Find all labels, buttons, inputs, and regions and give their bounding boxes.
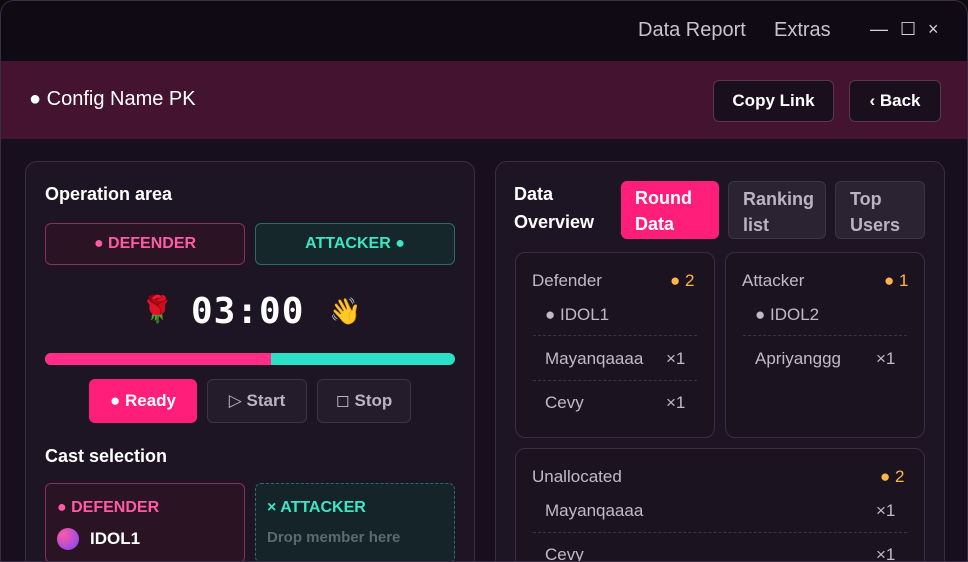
tab-round-data-line1: Round [635,188,692,208]
start-button[interactable]: ▷ Start [207,379,307,423]
data-overview-title-line2: Overview [514,212,595,232]
unallocated-member-qty: ×1 [876,545,896,562]
unallocated-member-qty: ×1 [876,501,896,520]
operation-area-title: Operation area [45,184,173,204]
attacker-role-button[interactable]: ATTACKER ● [255,223,455,265]
avatar [57,528,79,550]
tab-round-data-line2: Data [635,214,675,234]
wave-hand-icon: 👋 [329,296,362,326]
drop-member-placeholder: Drop member here [267,529,401,546]
defender-member-name: Cevy [545,393,584,412]
rose-icon: 🌹 [141,294,174,324]
close-icon[interactable]: × [928,19,939,40]
unallocated-member-name[interactable]: Cevy [545,545,584,561]
defender-member-name: Mayanqaaaa [545,349,644,368]
attacker-member-name: Apriyanggg [755,349,842,368]
attacker-member-qty: ×1 [876,349,896,368]
tab-ranking-list[interactable]: Ranking list [728,181,826,239]
defender-cast-slot[interactable] [45,483,245,561]
unallocated-member-name[interactable]: Mayanqaaaa [545,501,643,521]
defender-idol: ● IDOL1 [545,305,610,324]
config-name-title: ● Config Name PK [29,88,196,110]
defender-card-label: Defender [532,271,602,290]
attacker-idol: ● IDOL2 [755,305,820,324]
data-overview-title-line1: Data [514,184,554,204]
tab-top-users-line2: Users [850,215,901,235]
cast-selection-title: Cast selection [45,446,168,466]
countdown-timer: 03:00 [191,291,305,332]
divider [533,335,697,336]
defender-cast-label: ● DEFENDER [57,499,160,516]
defender-progress-fill [45,353,271,365]
unallocated-card-label: Unallocated [532,467,622,486]
defender-member-qty: ×1 [666,393,686,412]
tab-round-data[interactable]: Round Data [621,181,719,239]
attacker-cast-label: × ATTACKER [267,499,366,516]
menu-extras[interactable]: Extras [774,19,831,42]
back-button[interactable]: ‹ Back [849,80,941,122]
tab-top-users[interactable]: Top Users [835,181,925,239]
minimize-icon[interactable]: — [870,19,888,40]
tab-ranking-list-line2: list [743,215,770,235]
tab-ranking-list-line1: Ranking [743,189,815,209]
attacker-card-label: Attacker [742,271,805,290]
attacker-drop-zone[interactable] [255,483,455,561]
defender-count-badge: ● 2 [670,271,695,290]
unallocated-count-badge: ● 2 [880,467,905,486]
attacker-count-badge: ● 1 [884,271,909,290]
maximize-icon[interactable]: ☐ [900,19,916,40]
ready-button[interactable]: ● Ready [89,379,197,423]
defender-role-button[interactable]: ● DEFENDER [45,223,245,265]
divider [743,335,907,336]
copy-link-button[interactable]: Copy Link [713,80,834,122]
divider [533,532,907,533]
divider [533,380,697,381]
menu-data-report[interactable]: Data Report [638,19,746,42]
tab-top-users-line1: Top [850,189,882,209]
defender-member-qty: ×1 [666,349,686,368]
round-progress-bar [45,353,455,365]
stop-button[interactable]: ◻ Stop [317,379,411,423]
defender-cast-member[interactable]: IDOL1 [90,529,140,549]
app-window: Data Report Extras — ☐ × ● Config Name P… [0,0,968,562]
